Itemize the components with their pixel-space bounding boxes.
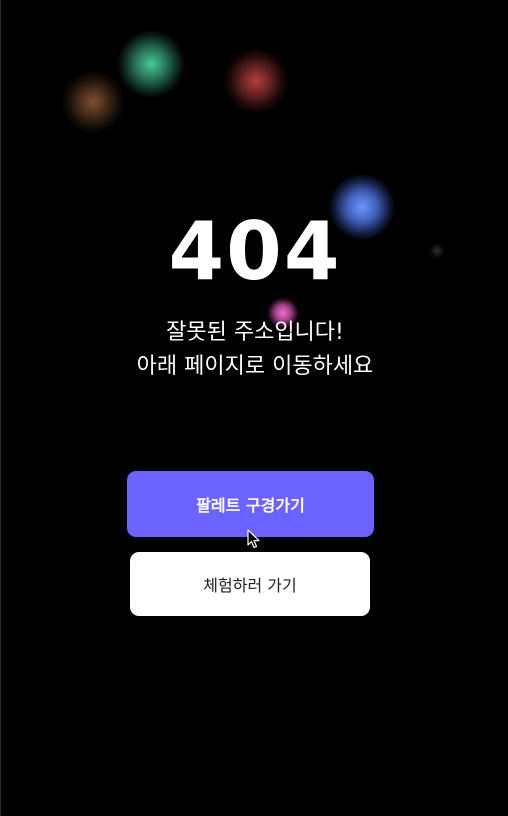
error-code-heading: 404 [168,205,342,298]
mouse-pointer-icon [247,529,260,549]
brown-glow-orb [61,70,125,134]
error-message-line-2: 아래 페이지로 이동하세요 [136,354,374,379]
try-experience-button[interactable]: 체험하러 가기 [130,552,370,616]
error-message-line-1: 잘못된 주소입니다! [166,320,344,345]
page-background: 404 잘못된 주소입니다! 아래 페이지로 이동하세요 팔레트 구경가기 체험… [0,0,508,816]
green-glow-orb [117,30,185,98]
red-glow-orb [223,48,289,114]
error-message: 잘못된 주소입니다! 아래 페이지로 이동하세요 [1,316,508,384]
browse-palette-button[interactable]: 팔레트 구경가기 [127,471,374,537]
